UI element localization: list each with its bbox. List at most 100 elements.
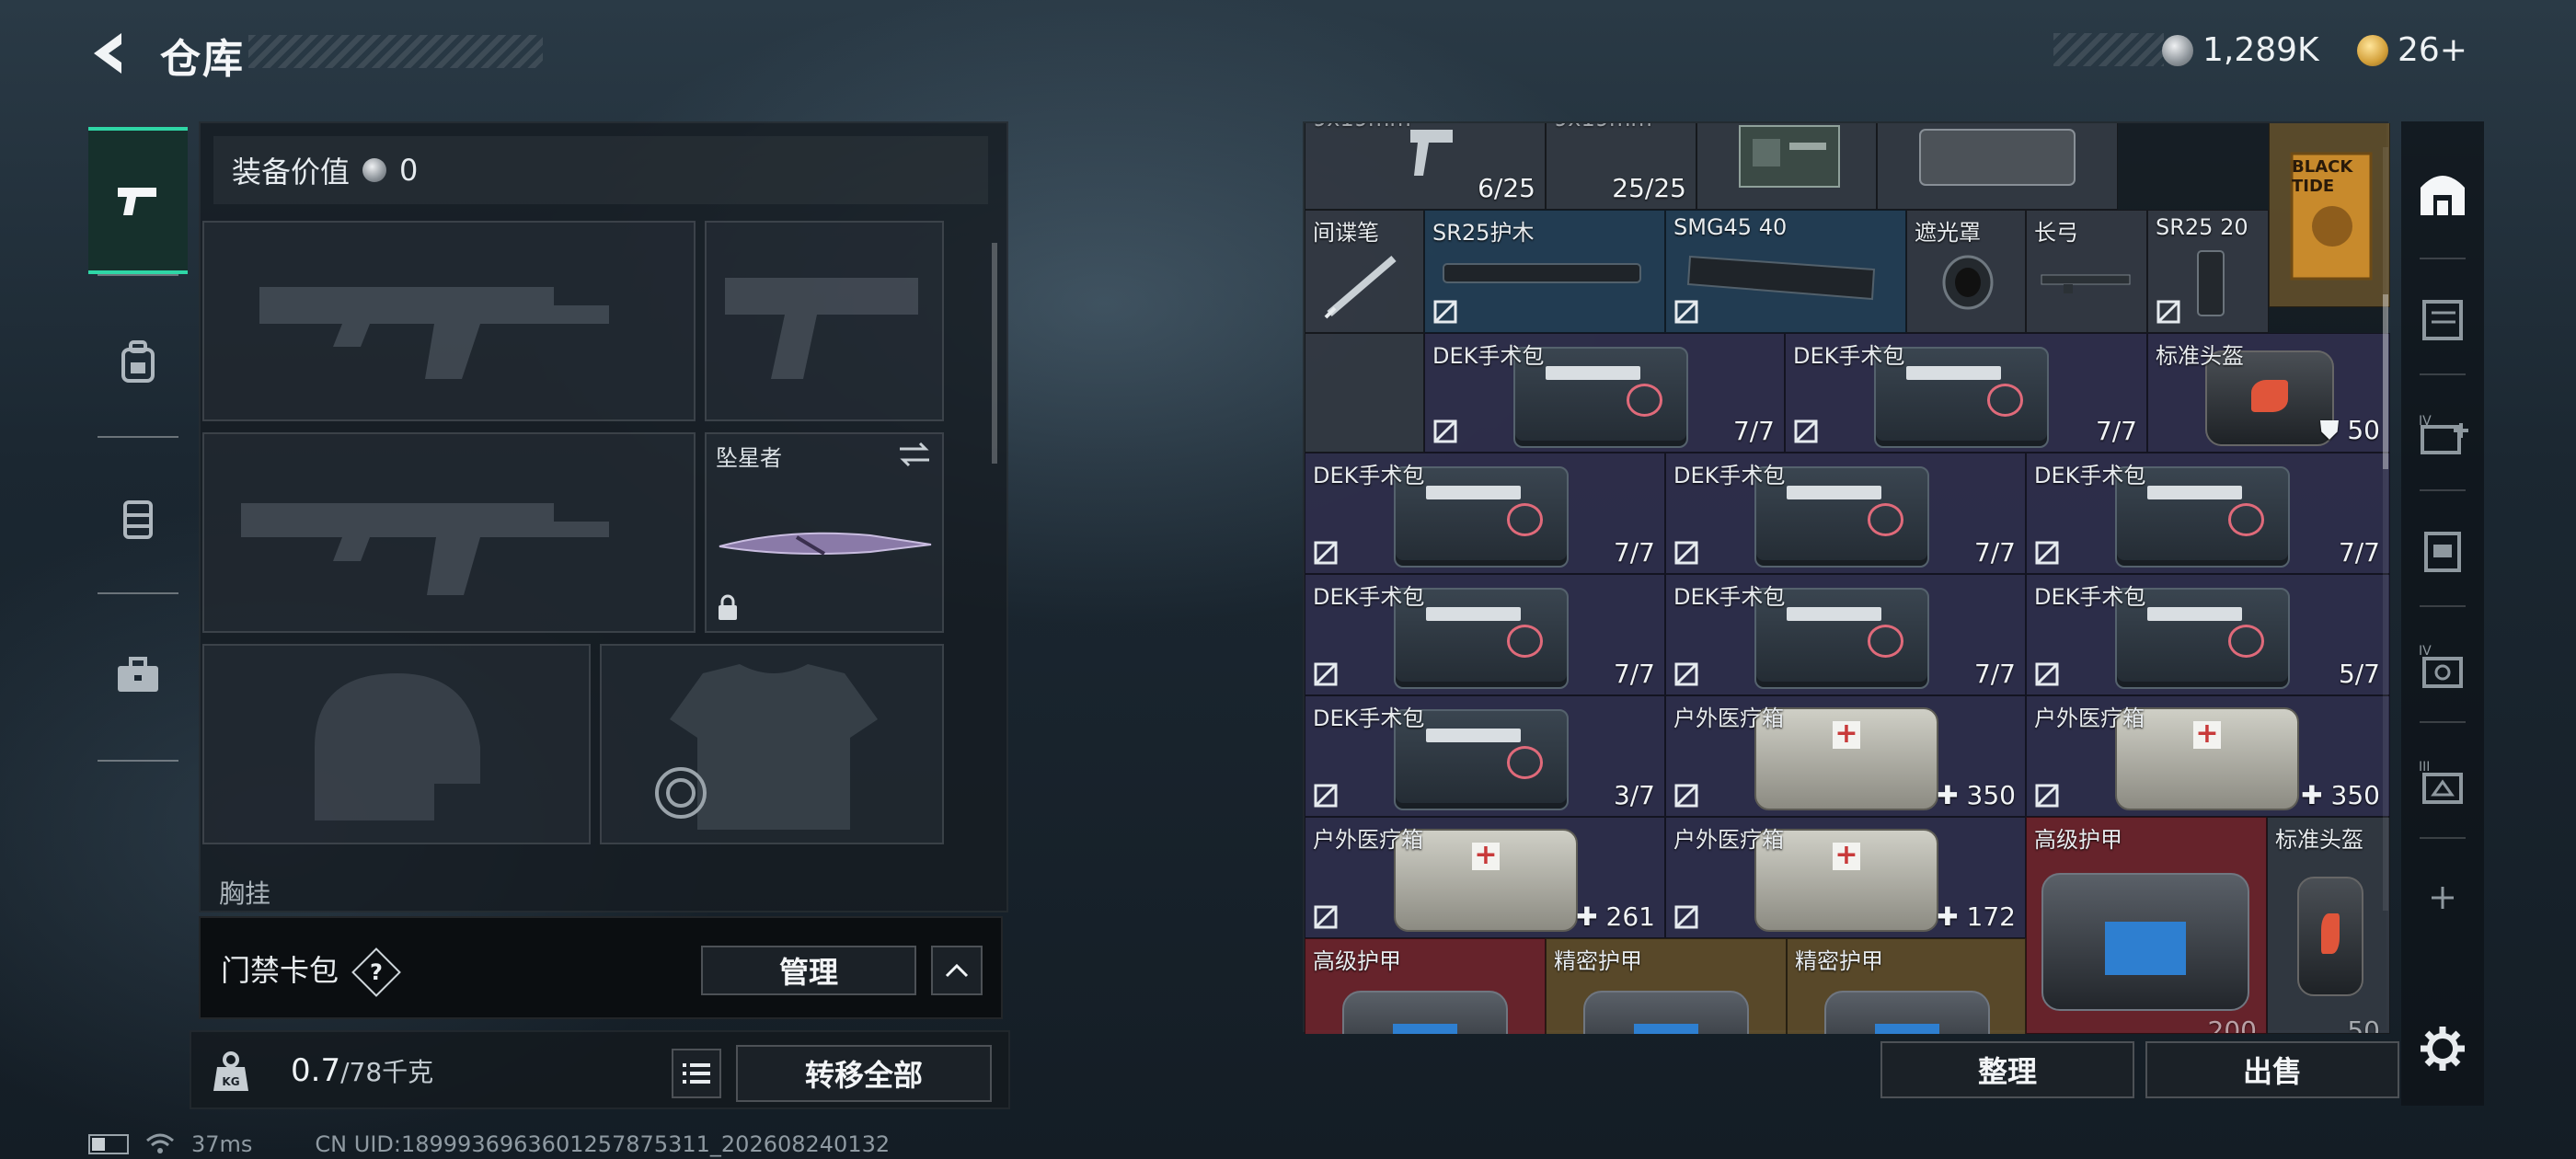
uid-text: CN UID:1899936963601257875311_2026082401…	[315, 1131, 891, 1157]
tab-storage-files[interactable]	[2401, 504, 2484, 596]
nav-chest-rig[interactable]	[88, 445, 188, 592]
longbow-cell[interactable]: 长弓	[2026, 210, 2147, 333]
sell-button[interactable]: 出售	[2145, 1041, 2399, 1098]
chest-rig-label: 胸挂	[219, 874, 270, 911]
circuit-board-cell[interactable]	[1696, 123, 1877, 210]
expand-button[interactable]	[931, 946, 983, 995]
settings-button[interactable]	[2401, 1003, 2484, 1095]
no-insurance-icon	[1314, 784, 1338, 808]
item-count: 5/7	[2338, 659, 2380, 689]
standard-helmet-cell[interactable]: 标准头盔 ⛊ 50	[2147, 333, 2390, 453]
back-button[interactable]	[85, 28, 136, 79]
item-name: DEK手术包	[2034, 584, 2146, 610]
dek-kit-cell[interactable]: DEK手术包 7/7	[1305, 574, 1665, 695]
no-insurance-icon	[1674, 300, 1698, 324]
durability-value: 172	[1966, 901, 2016, 932]
armor-bag-icon	[1342, 991, 1508, 1034]
nav-toolbox[interactable]	[88, 602, 188, 749]
durability-value: 261	[1605, 901, 1655, 932]
item-durability: ✚ 350	[2301, 780, 2380, 810]
pistol-slot[interactable]	[705, 221, 944, 421]
manage-button[interactable]: 管理	[701, 946, 916, 995]
silver-currency[interactable]: 1,289K	[2162, 31, 2319, 69]
wifi-icon	[146, 1133, 174, 1153]
item-name: DEK手术包	[1673, 584, 1786, 610]
lens-hood-cell[interactable]: 遮光罩	[1906, 210, 2026, 333]
smg45-mag-cell[interactable]: SMG45 40	[1665, 210, 1906, 333]
ammo-cell[interactable]: 9x19mm 25/25	[1546, 123, 1696, 210]
pen-icon	[1324, 255, 1397, 319]
keycard-label-text: 门禁卡包	[221, 953, 339, 988]
equipment-scrollbar[interactable]	[992, 243, 997, 464]
transfer-all-button[interactable]: 转移全部	[736, 1045, 992, 1102]
silver-coin-icon	[2162, 34, 2193, 66]
circuit-board-icon	[1739, 125, 1840, 188]
item-name: SR25护木	[1432, 220, 1535, 246]
chest-rig-icon	[123, 500, 153, 539]
empty-cell[interactable]	[1305, 333, 1424, 453]
melee-name: 坠星者	[716, 445, 782, 471]
tab-main-storage[interactable]	[2401, 147, 2484, 239]
nav-weapons[interactable]	[88, 127, 188, 274]
dek-kit-cell[interactable]: DEK手术包 7/7	[1665, 453, 2026, 574]
rail-divider	[2420, 837, 2466, 839]
advanced-armor-cell[interactable]: 高级护甲 200	[2026, 817, 2267, 1034]
medical-box-icon: IV	[2419, 414, 2468, 454]
gold-currency[interactable]: 26+	[2357, 31, 2467, 69]
tab-storage-weapons[interactable]: III	[2401, 736, 2484, 828]
dek-kit-cell[interactable]: DEK手术包 7/7	[1665, 574, 2026, 695]
sr25-mag-cell[interactable]: SR25 20	[2147, 210, 2269, 333]
outdoor-medkit-cell[interactable]: 户外医疗箱 ✚ 350	[1665, 695, 2026, 817]
item-name: 户外医疗箱	[1673, 827, 1784, 853]
outdoor-medkit-cell[interactable]: 户外医疗箱 ✚ 350	[2026, 695, 2390, 817]
tab-storage-armor[interactable]: IV	[2401, 620, 2484, 712]
storage-panel: 9x19mm 6/25 9x19mm 25/25 BLACK TIDE 间谍笔 …	[1303, 121, 2390, 1034]
armor-slot[interactable]	[600, 644, 944, 844]
item-name: 9x19mm	[1313, 123, 1411, 132]
add-storage-button[interactable]	[2401, 852, 2484, 944]
swap-icon[interactable]	[896, 440, 933, 469]
dek-kit-cell[interactable]: DEK手术包 7/7	[1305, 453, 1665, 574]
precise-armor-cell[interactable]: 精密护甲	[1787, 938, 2026, 1034]
sort-button[interactable]: 整理	[1880, 1041, 2134, 1098]
dek-kit-cell[interactable]: DEK手术包 3/7	[1305, 695, 1665, 817]
standard-helmet-cell[interactable]: 标准头盔 50	[2267, 817, 2390, 1034]
helmet-slot[interactable]	[202, 644, 591, 844]
durability-value: 350	[2330, 780, 2380, 810]
nav-backpack[interactable]	[88, 289, 188, 436]
help-icon[interactable]: ?	[351, 947, 402, 997]
item-count: 7/7	[1732, 416, 1775, 446]
secondary-weapon-slot[interactable]	[202, 432, 696, 633]
no-insurance-icon	[1674, 905, 1698, 929]
tab-storage-1[interactable]	[2401, 272, 2484, 364]
list-view-button[interactable]	[672, 1049, 721, 1098]
storage-grid: 9x19mm 6/25 9x19mm 25/25 BLACK TIDE 间谍笔 …	[1305, 123, 2390, 1034]
plus-icon	[2432, 887, 2454, 909]
gear-icon	[2421, 1027, 2465, 1071]
nav-divider	[98, 592, 178, 594]
outdoor-medkit-cell[interactable]: 户外医疗箱 ✚ 172	[1665, 817, 2026, 938]
outdoor-medkit-cell[interactable]: 户外医疗箱 ✚ 261	[1305, 817, 1665, 938]
sr25-handguard-cell[interactable]: SR25护木	[1424, 210, 1665, 333]
page-title: 仓库	[160, 36, 245, 83]
dek-kit-cell[interactable]: DEK手术包 5/7	[2026, 574, 2390, 695]
book-cell[interactable]: BLACK TIDE	[2269, 123, 2390, 307]
ammo-cell[interactable]: 9x19mm 6/25	[1305, 123, 1546, 210]
spy-pen-cell[interactable]: 间谍笔	[1305, 210, 1424, 333]
case-cell[interactable]	[1877, 123, 2118, 210]
melee-slot[interactable]: 坠星者	[705, 432, 944, 633]
magazine-icon	[1686, 255, 1876, 301]
no-insurance-icon	[1674, 541, 1698, 565]
helmet-silhouette-icon	[315, 673, 480, 820]
dek-kit-cell[interactable]: DEK手术包 7/7	[1785, 333, 2147, 453]
precise-armor-cell[interactable]: 精密护甲	[1546, 938, 1787, 1034]
storage-scrollbar[interactable]	[2383, 147, 2388, 911]
dek-kit-cell[interactable]: DEK手术包 7/7	[2026, 453, 2390, 574]
dek-kit-cell[interactable]: DEK手术包 7/7	[1424, 333, 1785, 453]
advanced-armor-cell[interactable]: 高级护甲	[1305, 938, 1546, 1034]
weight-capacity: /78千克	[340, 1057, 434, 1087]
storage-scrollbar-thumb[interactable]	[2383, 294, 2388, 469]
pistol-silhouette-icon	[725, 278, 918, 379]
primary-weapon-slot[interactable]	[202, 221, 696, 421]
tab-storage-medical[interactable]: IV	[2401, 388, 2484, 480]
